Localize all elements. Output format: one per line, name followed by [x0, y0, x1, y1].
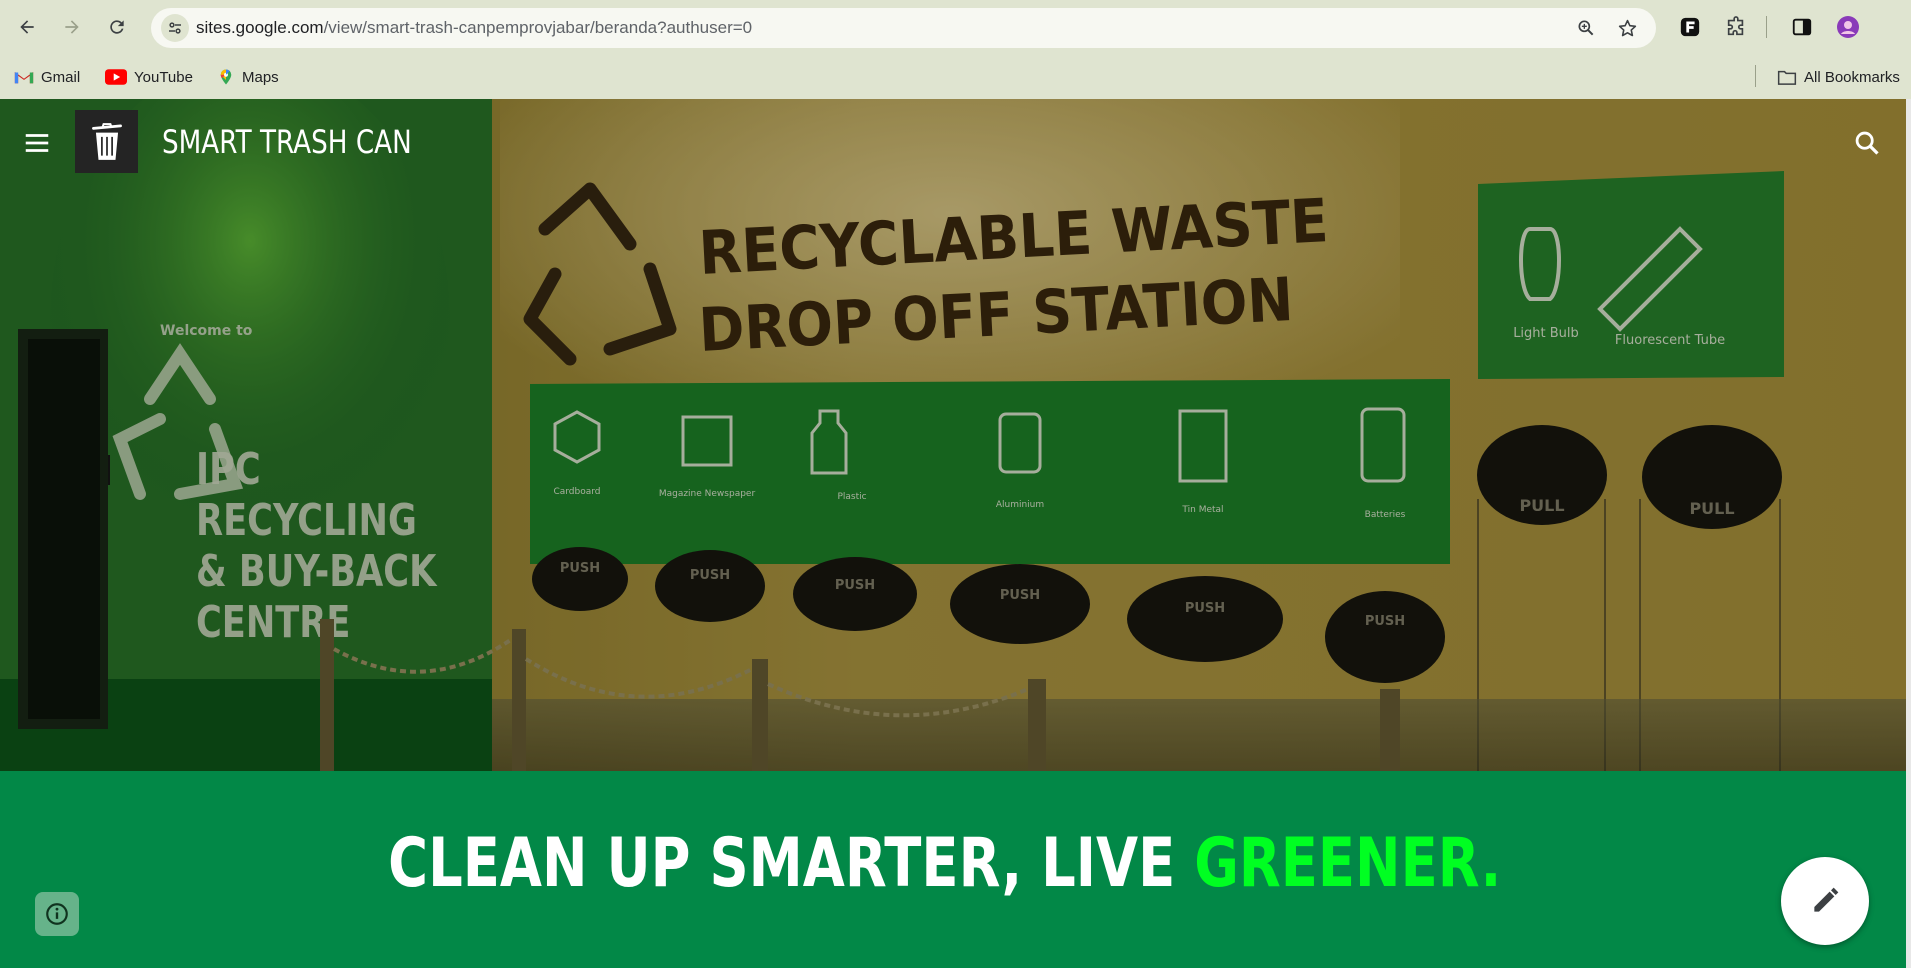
- bookmarks-bar: Gmail YouTube Maps All Bookmarks: [0, 55, 1911, 99]
- all-bookmarks-label: All Bookmarks: [1804, 68, 1900, 86]
- puzzle-icon[interactable]: [1722, 13, 1750, 41]
- info-icon[interactable]: [35, 892, 79, 936]
- hero-banner: IPC RECYCLING & BUY-BACK CENTRE Welcome …: [0, 99, 1906, 771]
- bookmark-label: YouTube: [134, 68, 193, 86]
- browser-toolbar: sites.google.com/view/smart-trash-canpem…: [0, 0, 1911, 55]
- bookmark-youtube[interactable]: YouTube: [105, 65, 193, 89]
- site-info-icon[interactable]: [161, 14, 189, 42]
- reload-icon[interactable]: [102, 12, 132, 42]
- hamburger-menu-icon[interactable]: [18, 124, 56, 162]
- bookmark-maps[interactable]: Maps: [217, 65, 279, 89]
- text-caret: [108, 455, 110, 485]
- side-panel-icon[interactable]: [1788, 13, 1816, 41]
- trash-can-icon: [91, 122, 122, 160]
- all-bookmarks-button[interactable]: All Bookmarks: [1777, 65, 1900, 89]
- profile-avatar[interactable]: [1834, 13, 1862, 41]
- headline-main: CLEAN UP SMARTER, LIVE: [388, 824, 1195, 903]
- toolbar-separator: [1766, 16, 1767, 38]
- back-icon[interactable]: [12, 12, 42, 42]
- search-icon[interactable]: [1849, 125, 1885, 161]
- maps-icon: [220, 69, 232, 85]
- gmail-icon: [14, 71, 34, 83]
- url-text[interactable]: sites.google.com/view/smart-trash-canpem…: [196, 18, 752, 38]
- edit-pencil-icon[interactable]: [1781, 857, 1869, 945]
- hero-image: IPC RECYCLING & BUY-BACK CENTRE Welcome …: [0, 99, 1906, 771]
- page-scrollbar[interactable]: [1906, 99, 1911, 968]
- headline-accent: GREENER.: [1194, 824, 1502, 903]
- star-icon[interactable]: [1616, 17, 1638, 39]
- site-header: SMART TRASH CAN: [0, 99, 1906, 185]
- site-page: IPC RECYCLING & BUY-BACK CENTRE Welcome …: [0, 99, 1906, 968]
- bookmark-label: Gmail: [41, 68, 81, 86]
- address-bar[interactable]: sites.google.com/view/smart-trash-canpem…: [151, 8, 1656, 48]
- folder-icon: [1777, 70, 1797, 85]
- zoom-icon[interactable]: [1575, 17, 1597, 39]
- extension-icon[interactable]: [1676, 13, 1704, 41]
- url-host: sites.google.com: [196, 18, 324, 37]
- headline: CLEAN UP SMARTER, LIVE GREENER.: [0, 824, 1890, 903]
- forward-icon[interactable]: [57, 12, 87, 42]
- bookmark-separator: [1755, 65, 1756, 87]
- site-logo[interactable]: [75, 110, 138, 173]
- site-title[interactable]: SMART TRASH CAN: [162, 123, 412, 161]
- bookmark-gmail[interactable]: Gmail: [14, 65, 80, 89]
- youtube-icon: [105, 69, 127, 85]
- bookmark-label: Maps: [242, 68, 279, 86]
- url-path: /view/smart-trash-canpemprovjabar/berand…: [323, 18, 753, 37]
